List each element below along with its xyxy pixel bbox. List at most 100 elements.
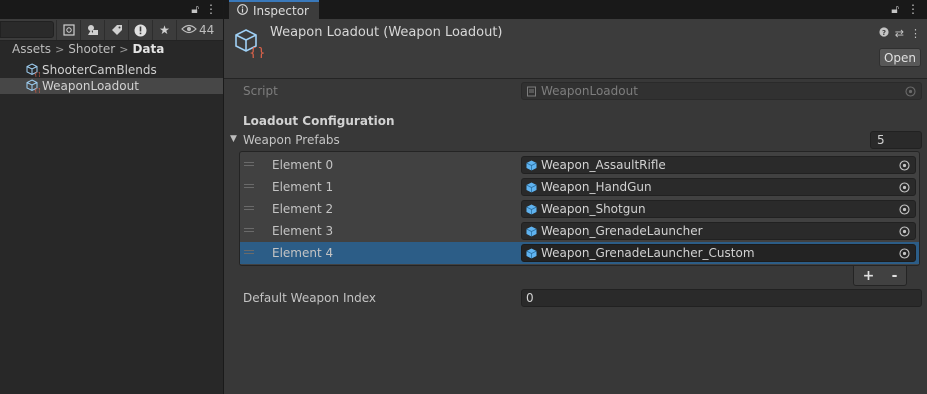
kebab-menu-icon[interactable]: ⋮ <box>910 27 921 40</box>
svg-text:{}: {} <box>34 88 40 93</box>
svg-text:{}: {} <box>34 72 40 77</box>
lock-icon[interactable]: 🔓︎ <box>191 2 199 17</box>
scriptable-object-icon: {} <box>26 79 40 93</box>
script-label: Script <box>243 84 278 98</box>
breadcrumb: Assets > Shooter > Data <box>12 42 164 56</box>
info-icon <box>237 3 248 18</box>
lock-icon[interactable]: 🔓︎ <box>891 2 899 17</box>
object-picker-icon[interactable] <box>899 204 910 215</box>
list-add-remove: + - <box>853 266 907 286</box>
drag-handle-icon[interactable] <box>244 184 254 188</box>
weapon-prefabs-row[interactable]: ▼ Weapon Prefabs 5 <box>224 131 927 149</box>
object-field[interactable]: Weapon_Shotgun <box>521 200 916 218</box>
drag-handle-icon[interactable] <box>244 228 254 232</box>
element-label: Element 2 <box>272 202 334 216</box>
kebab-menu-icon[interactable]: ⋮ <box>907 2 919 17</box>
hidden-packages-count[interactable]: 44 <box>176 20 214 40</box>
object-value: Weapon_HandGun <box>541 180 652 194</box>
star-icon[interactable]: ★ <box>152 20 176 40</box>
help-icon[interactable]: ? <box>879 27 889 40</box>
kebab-menu-icon[interactable]: ⋮ <box>205 2 217 17</box>
drag-handle-icon[interactable] <box>244 162 254 166</box>
tab-inspector[interactable]: Inspector <box>229 0 319 19</box>
prefab-cube-icon <box>526 226 537 236</box>
list-element[interactable]: Element 0 Weapon_AssaultRifle <box>240 154 919 176</box>
default-index-label: Default Weapon Index <box>243 291 376 305</box>
file-item[interactable]: {} ShooterCamBlends <box>0 62 223 78</box>
list-element[interactable]: Element 1 Weapon_HandGun <box>240 176 919 198</box>
list-element[interactable]: Element 3 Weapon_GrenadeLauncher <box>240 220 919 242</box>
file-list: {} ShooterCamBlends {} WeaponLoadout <box>0 62 223 94</box>
default-index-field[interactable]: 0 <box>521 289 922 307</box>
file-item-selected[interactable]: {} WeaponLoadout <box>0 78 223 94</box>
drag-handle-icon[interactable] <box>244 206 254 210</box>
weapon-prefabs-list: Element 0 Weapon_AssaultRifle Element 1 … <box>239 151 920 266</box>
object-picker-icon[interactable] <box>899 160 910 171</box>
weapon-prefabs-label: Weapon Prefabs <box>243 133 340 147</box>
file-name: WeaponLoadout <box>42 79 139 93</box>
object-picker-icon[interactable] <box>899 182 910 193</box>
object-value: Weapon_Shotgun <box>541 202 646 216</box>
list-size-field[interactable]: 5 <box>870 131 922 149</box>
svg-text:?: ? <box>882 29 886 37</box>
object-field[interactable]: Weapon_HandGun <box>521 178 916 196</box>
label-icon[interactable] <box>104 20 128 40</box>
element-label: Element 0 <box>272 158 334 172</box>
prefab-cube-icon <box>526 182 537 192</box>
element-label: Element 3 <box>272 224 334 238</box>
script-field[interactable]: WeaponLoadout <box>521 82 922 100</box>
project-tabstrip: 🔓︎ ⋮ <box>0 0 223 19</box>
inspector-tabstrip: Inspector 🔓︎ ⋮ <box>224 0 927 19</box>
script-file-icon <box>527 86 536 96</box>
project-toolbar: ★ 44 <box>0 19 223 41</box>
scriptable-object-icon: {} <box>26 63 40 77</box>
script-value: WeaponLoadout <box>541 84 638 98</box>
inspector-body: Script WeaponLoadout Loadout Configurati… <box>224 80 927 394</box>
element-label: Element 4 <box>272 246 334 260</box>
object-value: Weapon_AssaultRifle <box>541 158 666 172</box>
object-value: Weapon_GrenadeLauncher_Custom <box>541 246 755 260</box>
search-input[interactable] <box>0 21 54 38</box>
breadcrumb-data[interactable]: Data <box>132 42 164 56</box>
breadcrumb-shooter[interactable]: Shooter <box>68 42 115 56</box>
prefab-cube-icon <box>526 160 537 170</box>
object-picker-icon[interactable] <box>899 226 910 237</box>
breadcrumb-assets[interactable]: Assets <box>12 42 51 56</box>
breadcrumb-separator: > <box>55 42 65 56</box>
header-title: Weapon Loadout (Weapon Loadout) <box>270 25 503 40</box>
eye-icon <box>181 23 197 37</box>
warning-icon[interactable] <box>128 20 152 40</box>
add-element-button[interactable]: + <box>863 268 875 284</box>
remove-element-button[interactable]: - <box>892 268 898 284</box>
breadcrumb-separator: > <box>119 42 129 56</box>
object-field[interactable]: Weapon_GrenadeLauncher_Custom <box>521 244 916 262</box>
script-row: Script WeaponLoadout <box>224 82 927 100</box>
object-picker-icon[interactable] <box>899 248 910 259</box>
filter-by-type-icon[interactable] <box>80 20 104 40</box>
object-field[interactable]: Weapon_GrenadeLauncher <box>521 222 916 240</box>
foldout-arrow-icon[interactable]: ▼ <box>230 134 237 144</box>
element-label: Element 1 <box>272 180 334 194</box>
object-picker-icon[interactable] <box>905 86 916 97</box>
section-title: Loadout Configuration <box>243 114 395 128</box>
prefab-cube-icon <box>526 248 537 258</box>
inspector-header: {} Weapon Loadout (Weapon Loadout) ? ⇄ ⋮… <box>224 19 927 79</box>
file-name: ShooterCamBlends <box>42 63 157 77</box>
drag-handle-icon[interactable] <box>244 250 254 254</box>
scriptable-object-icon: {} <box>235 29 264 58</box>
list-element-selected[interactable]: Element 4 Weapon_GrenadeLauncher_Custom <box>240 242 919 264</box>
svg-text:{}: {} <box>249 46 264 58</box>
project-panel: 🔓︎ ⋮ ★ 44 Assets > Shooter > Data {Shoo… <box>0 0 223 394</box>
object-value: Weapon_GrenadeLauncher <box>541 224 703 238</box>
section-row: Loadout Configuration <box>224 112 927 130</box>
prefab-cube-icon <box>526 204 537 214</box>
list-element[interactable]: Element 2 Weapon_Shotgun <box>240 198 919 220</box>
default-index-row: Default Weapon Index 0 <box>224 289 927 307</box>
search-by-type-icon[interactable] <box>56 20 80 40</box>
inspector-panel: Inspector 🔓︎ ⋮ {} Weapon Loadout (Weapon… <box>224 0 927 394</box>
tab-label: Inspector <box>253 3 309 18</box>
open-button[interactable]: Open <box>879 48 921 67</box>
object-field[interactable]: Weapon_AssaultRifle <box>521 156 916 174</box>
preset-icon[interactable]: ⇄ <box>895 27 904 40</box>
hidden-count-label: 44 <box>199 23 215 37</box>
